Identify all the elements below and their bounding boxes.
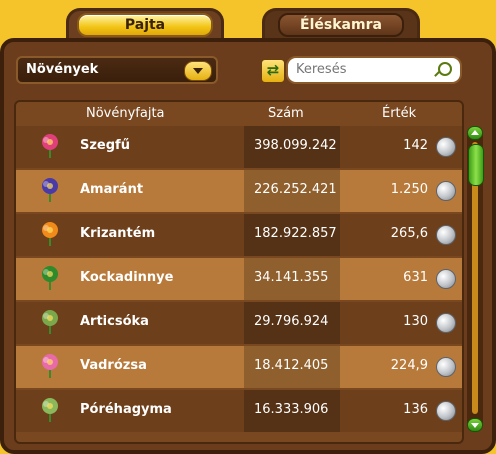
plant-value: 631 xyxy=(403,270,428,285)
table-row[interactable]: Szegfű 398.099.242 142 xyxy=(16,126,462,168)
silver-coin-icon xyxy=(436,357,456,377)
plant-count: 34.141.355 xyxy=(254,270,329,285)
plant-name: Articsóka xyxy=(80,314,149,329)
storage-panel: Növények ⇄ Növényfajta Szám Érték Szegfű… xyxy=(0,38,496,454)
tab-pajta-label: Pajta xyxy=(76,12,214,37)
chrysanthemum-icon xyxy=(36,220,64,248)
table-row[interactable]: Krizantém 182.922.857 265,6 xyxy=(16,214,462,256)
tab-eleskamra-label: Éléskamra xyxy=(278,12,404,37)
plant-value: 1.250 xyxy=(390,182,428,197)
leek-icon xyxy=(36,396,64,424)
column-header-count[interactable]: Szám xyxy=(268,106,304,121)
plant-value: 224,9 xyxy=(390,358,428,373)
table-row[interactable]: Kockadinnye 34.141.355 631 xyxy=(16,258,462,300)
plant-name: Póréhagyma xyxy=(80,402,172,417)
plant-count: 16.333.906 xyxy=(254,402,329,417)
plant-name: Krizantém xyxy=(80,226,156,241)
tab-pajta[interactable]: Pajta xyxy=(66,8,224,38)
plant-count: 29.796.924 xyxy=(254,314,329,329)
chevron-down-icon[interactable] xyxy=(184,61,212,81)
category-dropdown[interactable]: Növények xyxy=(16,56,218,84)
artichoke-icon xyxy=(36,308,64,336)
plant-name: Kockadinnye xyxy=(80,270,174,285)
plant-name: Amaránt xyxy=(80,182,144,197)
silver-coin-icon xyxy=(436,225,456,245)
plant-value: 265,6 xyxy=(390,226,428,241)
plant-value: 130 xyxy=(403,314,428,329)
plant-name: Szegfű xyxy=(80,138,130,153)
carnation-icon xyxy=(36,132,64,160)
wild-rose-icon xyxy=(36,352,64,380)
table-row[interactable]: Amaránt 226.252.421 1.250 xyxy=(16,170,462,212)
refresh-icon[interactable]: ⇄ xyxy=(261,59,285,83)
search-box xyxy=(286,56,462,84)
square-watermelon-icon xyxy=(36,264,64,292)
silver-coin-icon xyxy=(436,269,456,289)
column-header-name[interactable]: Növényfajta xyxy=(86,106,165,121)
plant-table: Növényfajta Szám Érték Szegfű 398.099.242… xyxy=(14,100,464,444)
silver-coin-icon xyxy=(436,401,456,421)
plant-value: 136 xyxy=(403,402,428,417)
scroll-down-icon[interactable] xyxy=(467,418,483,432)
category-dropdown-value: Növények xyxy=(26,62,99,77)
vertical-scrollbar[interactable] xyxy=(467,126,484,432)
search-icon[interactable] xyxy=(438,62,452,76)
plant-count: 18.412.405 xyxy=(254,358,329,373)
plant-count: 182.922.857 xyxy=(254,226,337,241)
tab-eleskamra[interactable]: Éléskamra xyxy=(262,8,420,38)
silver-coin-icon xyxy=(436,181,456,201)
table-header: Növényfajta Szám Érték xyxy=(16,102,462,126)
column-header-value[interactable]: Érték xyxy=(382,106,416,121)
scrollbar-thumb[interactable] xyxy=(468,144,484,186)
table-row[interactable]: Articsóka 29.796.924 130 xyxy=(16,302,462,344)
silver-coin-icon xyxy=(436,313,456,333)
plant-count: 398.099.242 xyxy=(254,138,337,153)
search-input[interactable] xyxy=(294,61,438,78)
plant-count: 226.252.421 xyxy=(254,182,337,197)
silver-coin-icon xyxy=(436,137,456,157)
table-row[interactable]: Póréhagyma 16.333.906 136 xyxy=(16,390,462,432)
table-row[interactable]: Vadrózsa 18.412.405 224,9 xyxy=(16,346,462,388)
plant-name: Vadrózsa xyxy=(80,358,147,373)
scroll-up-icon[interactable] xyxy=(467,126,483,140)
plant-value: 142 xyxy=(403,138,428,153)
amaranth-icon xyxy=(36,176,64,204)
